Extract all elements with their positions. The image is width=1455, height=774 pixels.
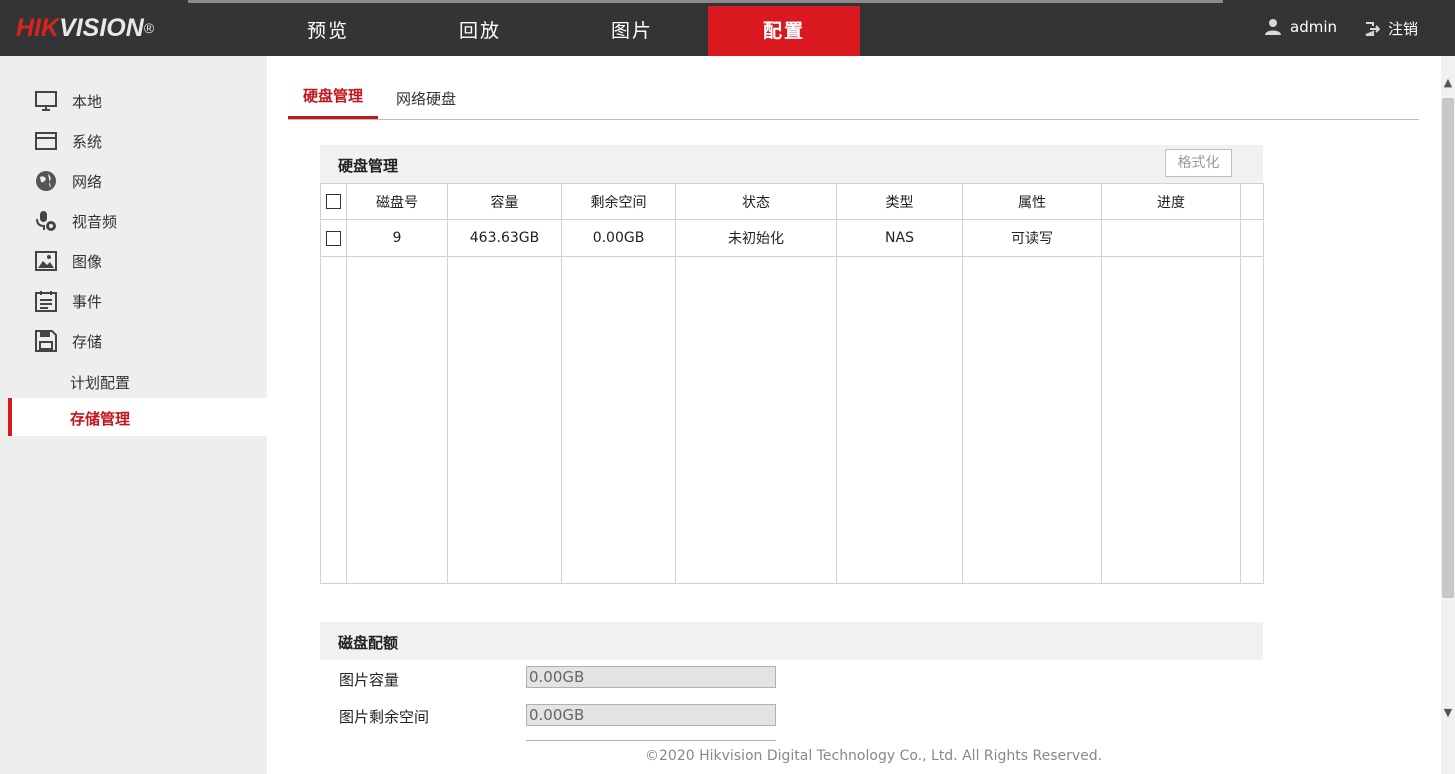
column-header: 类型 bbox=[836, 183, 963, 220]
sidebar-item-local[interactable]: 本地 bbox=[34, 89, 102, 113]
sidebar: 本地 系统 网络 视音频 图像 事件 存储 计划配置 存储管理 bbox=[0, 56, 267, 774]
top-strip bbox=[188, 0, 1223, 3]
disk-no-cell: 9 bbox=[346, 219, 448, 257]
user-icon bbox=[1265, 19, 1281, 35]
top-bar: HIKVISION® 预览 回放 图片 配置 admin 注销 bbox=[0, 0, 1455, 56]
type-cell: NAS bbox=[836, 219, 963, 257]
copyright-footer: ©2020 Hikvision Digital Technology Co., … bbox=[645, 748, 1103, 764]
capacity-cell: 463.63GB bbox=[447, 219, 562, 257]
table-header-row: 磁盘号 容量 剩余空间 状态 类型 属性 进度 bbox=[320, 183, 1264, 220]
select-all-checkbox[interactable] bbox=[326, 194, 341, 209]
scroll-up-arrow-icon[interactable]: ▲ bbox=[1442, 76, 1454, 90]
vertical-scrollbar[interactable]: ▲ ▼ bbox=[1441, 56, 1455, 774]
sidebar-item-event[interactable]: 事件 bbox=[34, 289, 102, 313]
next-field-edge bbox=[526, 740, 776, 741]
sidebar-sub-storage-management[interactable]: 存储管理 bbox=[8, 398, 267, 436]
nav-playback[interactable]: 回放 bbox=[404, 6, 556, 56]
attribute-cell: 可读写 bbox=[962, 219, 1102, 257]
image-icon bbox=[35, 251, 57, 271]
logout-label: 注销 bbox=[1388, 20, 1419, 38]
picture-capacity-label: 图片容量 bbox=[339, 671, 400, 689]
table-empty-area bbox=[320, 256, 1264, 584]
column-header: 属性 bbox=[962, 183, 1102, 220]
sidebar-item-network[interactable]: 网络 bbox=[34, 169, 102, 193]
globe-icon bbox=[36, 171, 56, 191]
floppy-disk-icon bbox=[35, 330, 57, 352]
sidebar-item-system[interactable]: 系统 bbox=[34, 129, 102, 153]
hikvision-logo: HIKVISION® bbox=[16, 14, 155, 42]
main-nav: 预览 回放 图片 配置 bbox=[252, 6, 860, 56]
format-button[interactable]: 格式化 bbox=[1165, 149, 1232, 177]
table-row[interactable]: 9 463.63GB 0.00GB 未初始化 NAS 可读写 bbox=[320, 219, 1264, 257]
calendar-list-icon bbox=[35, 291, 57, 312]
nav-picture[interactable]: 图片 bbox=[556, 6, 708, 56]
column-header: 剩余空间 bbox=[561, 183, 676, 220]
tab-bar: 硬盘管理 网络硬盘 bbox=[288, 78, 1419, 120]
column-header: 进度 bbox=[1101, 183, 1241, 220]
user-menu[interactable]: admin bbox=[1264, 18, 1337, 36]
hdd-table: 磁盘号 容量 剩余空间 状态 类型 属性 进度 9 463.63GB 0.00G… bbox=[320, 183, 1264, 584]
mic-camera-icon bbox=[36, 211, 56, 231]
hdd-panel-header: 硬盘管理 格式化 bbox=[320, 145, 1263, 183]
picture-free-label: 图片剩余空间 bbox=[339, 708, 430, 726]
nav-configuration[interactable]: 配置 bbox=[708, 6, 860, 56]
quota-panel-header: 磁盘配额 bbox=[320, 622, 1263, 660]
sidebar-item-image[interactable]: 图像 bbox=[34, 249, 102, 273]
column-header: 磁盘号 bbox=[346, 183, 448, 220]
column-header: 状态 bbox=[675, 183, 837, 220]
sidebar-item-storage[interactable]: 存储 bbox=[34, 329, 102, 353]
sidebar-sub-schedule[interactable]: 计划配置 bbox=[70, 372, 130, 393]
status-cell: 未初始化 bbox=[675, 219, 837, 257]
scrollbar-thumb[interactable] bbox=[1442, 98, 1454, 598]
window-icon bbox=[35, 132, 57, 150]
scroll-down-arrow-icon[interactable]: ▼ bbox=[1442, 706, 1454, 720]
logout-icon bbox=[1365, 21, 1380, 36]
quota-panel-title: 磁盘配额 bbox=[338, 634, 399, 652]
sidebar-item-video-audio[interactable]: 视音频 bbox=[34, 209, 117, 233]
hdd-panel-title: 硬盘管理 bbox=[338, 157, 399, 175]
logout-button[interactable]: 注销 bbox=[1364, 18, 1418, 39]
nav-preview[interactable]: 预览 bbox=[252, 6, 404, 56]
tab-hdd-management[interactable]: 硬盘管理 bbox=[288, 85, 378, 119]
progress-cell bbox=[1101, 219, 1241, 257]
picture-capacity-field: 0.00GB bbox=[526, 666, 776, 688]
column-header: 容量 bbox=[447, 183, 562, 220]
monitor-icon bbox=[35, 91, 57, 111]
user-name: admin bbox=[1290, 18, 1337, 36]
tab-net-hdd[interactable]: 网络硬盘 bbox=[396, 88, 456, 122]
row-checkbox[interactable] bbox=[326, 230, 341, 246]
free-space-cell: 0.00GB bbox=[561, 219, 676, 257]
picture-free-field: 0.00GB bbox=[526, 704, 776, 726]
